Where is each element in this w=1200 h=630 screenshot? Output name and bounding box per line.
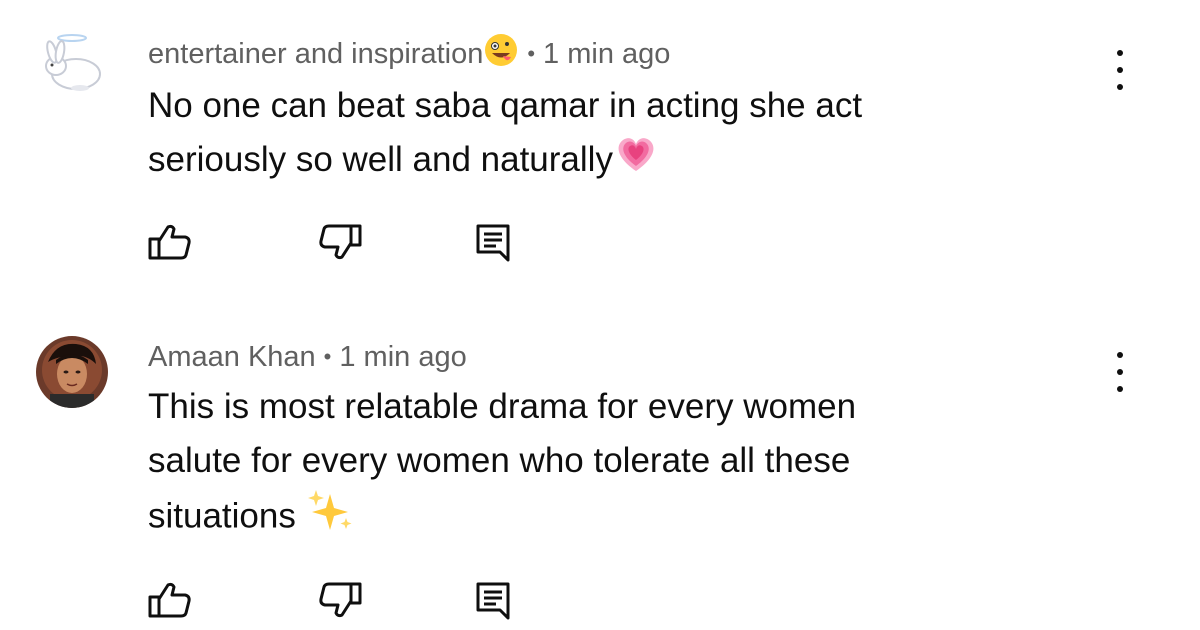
more-vertical-icon[interactable] — [1108, 50, 1132, 90]
avatar[interactable] — [36, 336, 108, 408]
thumbs-down-icon[interactable] — [318, 222, 362, 262]
comment-meta: Amaan Khan • 1 min ago — [148, 337, 467, 377]
profile-photo-avatar — [36, 336, 108, 408]
comment-actions — [148, 222, 528, 262]
bunny-angel-avatar — [36, 28, 108, 100]
comment-text-line: salute for every women who tolerate all … — [148, 441, 851, 480]
comment-text-line: This is most relatable drama for every w… — [148, 387, 857, 426]
reply-icon[interactable] — [472, 222, 516, 262]
comment-meta: entertainer and inspiration • 1 min ago — [148, 34, 670, 74]
meta-separator: • — [527, 41, 536, 66]
timestamp[interactable]: 1 min ago — [543, 38, 670, 71]
comment-text-line: situations — [148, 488, 1068, 548]
thumbs-down-icon[interactable] — [318, 580, 362, 620]
author-name[interactable]: entertainer and inspiration — [148, 38, 483, 71]
comment-text-line: seriously so well and naturally — [148, 133, 1068, 190]
comment-text: This is most relatable drama for every w… — [148, 380, 1068, 548]
growing-heart-emoji — [613, 134, 659, 190]
meta-separator: • — [323, 344, 332, 369]
author-name[interactable]: Amaan Khan — [148, 341, 316, 374]
comment-2: Amaan Khan • 1 min ago This is most rela… — [0, 300, 1200, 630]
comment-actions — [148, 580, 528, 620]
zany-face-emoji — [483, 32, 519, 76]
thumbs-up-icon[interactable] — [148, 222, 192, 262]
comment-text-line: No one can beat saba qamar in acting she… — [148, 86, 863, 125]
avatar[interactable] — [36, 28, 108, 100]
thumbs-up-icon[interactable] — [148, 580, 192, 620]
timestamp[interactable]: 1 min ago — [339, 341, 466, 374]
more-vertical-icon[interactable] — [1108, 352, 1132, 392]
reply-icon[interactable] — [472, 580, 516, 620]
sparkles-emoji — [306, 488, 354, 548]
comment-text: No one can beat saba qamar in acting she… — [148, 79, 1068, 190]
comment-1: entertainer and inspiration • 1 min ago … — [0, 0, 1200, 300]
